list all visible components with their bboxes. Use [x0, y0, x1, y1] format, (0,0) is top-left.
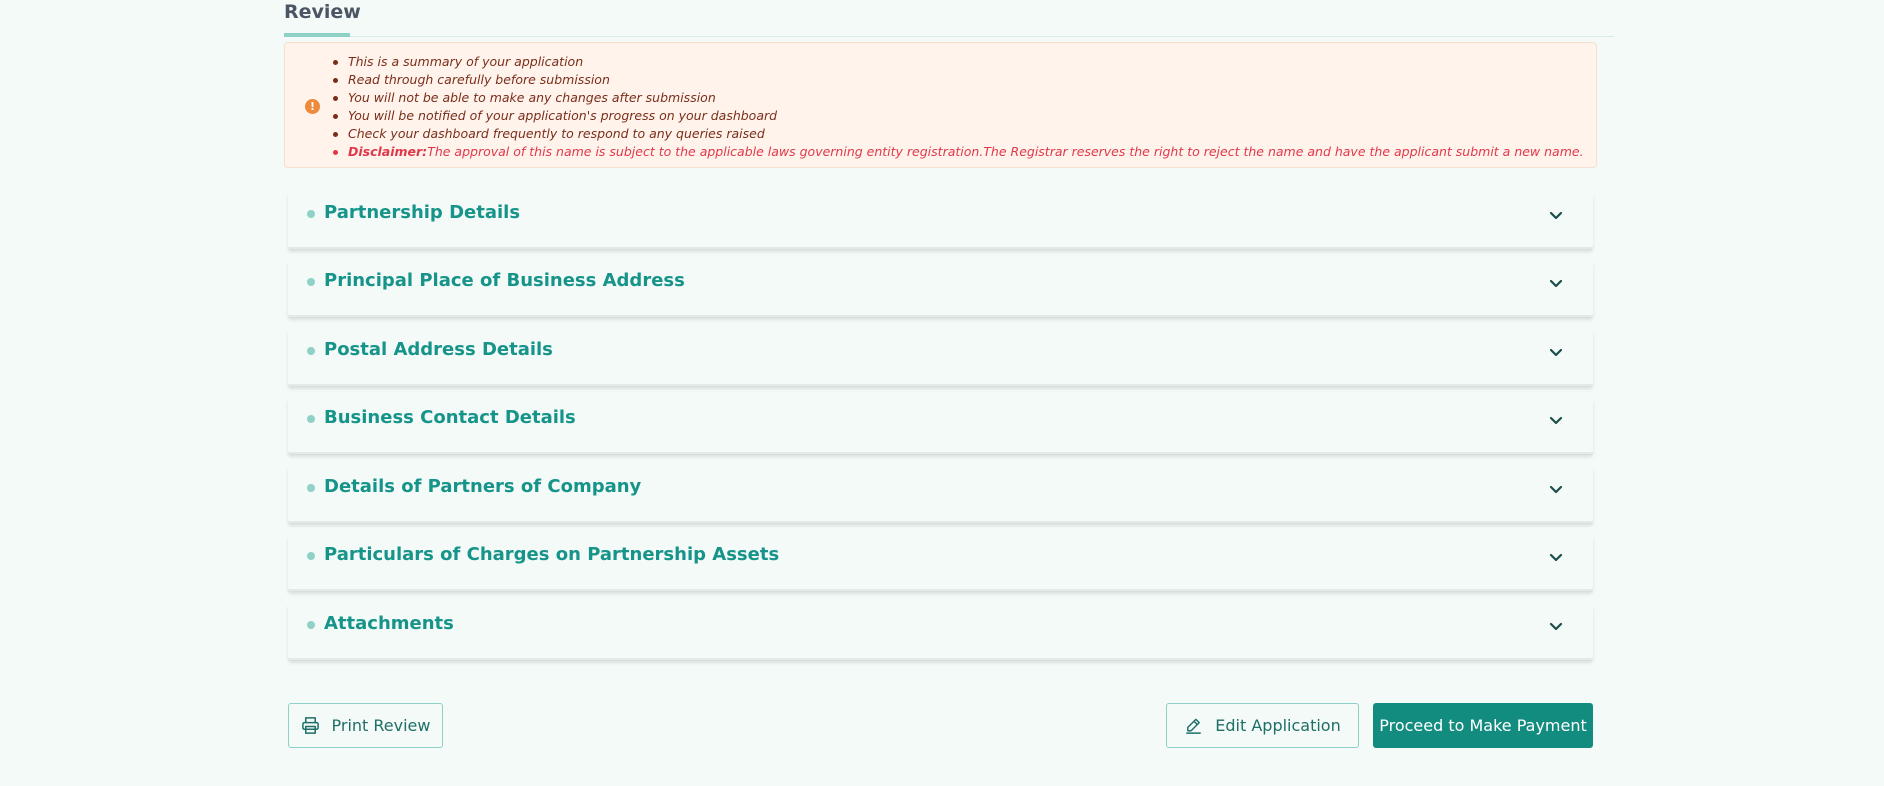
section-title: Business Contact Details: [324, 407, 576, 428]
print-review-label: Print Review: [331, 716, 431, 735]
section-postal-address-details[interactable]: Postal Address Details: [288, 329, 1593, 386]
section-business-contact-details[interactable]: Business Contact Details: [288, 397, 1593, 454]
disclaimer-text: The approval of this name is subject to …: [427, 144, 1584, 159]
disclaimer-label: Disclaimer:: [348, 144, 428, 159]
section-bullet: [307, 210, 315, 218]
section-divider: [288, 452, 1593, 454]
notice-item: You will be notified of your application…: [333, 107, 1584, 125]
chevron-down-icon[interactable]: [1549, 622, 1563, 632]
notice-item: You will not be able to make any changes…: [333, 89, 1584, 107]
tab-bar: Review: [284, 0, 1614, 37]
section-title: Details of Partners of Company: [324, 476, 642, 497]
section-details-of-partners[interactable]: Details of Partners of Company: [288, 466, 1593, 523]
chevron-down-icon[interactable]: [1549, 348, 1563, 358]
notice-list: This is a summary of your application Re…: [333, 53, 1584, 161]
section-title: Partnership Details: [324, 202, 521, 223]
section-particulars-of-charges[interactable]: Particulars of Charges on Partnership As…: [288, 534, 1593, 591]
section-title: Principal Place of Business Address: [324, 270, 685, 291]
section-principal-place-of-business-address[interactable]: Principal Place of Business Address: [288, 260, 1593, 317]
notice-item: Read through carefully before submission: [333, 71, 1584, 89]
notice-item: Check your dashboard frequently to respo…: [333, 125, 1584, 143]
tab-review[interactable]: Review: [284, 0, 361, 37]
section-divider: [288, 247, 1593, 249]
print-review-button[interactable]: Print Review: [288, 703, 443, 748]
notice-item: This is a summary of your application: [333, 53, 1584, 71]
review-notice: ! This is a summary of your application …: [284, 42, 1597, 168]
exclamation-icon: !: [305, 99, 320, 114]
chevron-down-icon[interactable]: [1549, 553, 1563, 563]
section-divider: [288, 315, 1593, 317]
proceed-to-payment-button[interactable]: Proceed to Make Payment: [1373, 703, 1593, 748]
section-bullet: [307, 278, 315, 286]
section-bullet: [307, 484, 315, 492]
section-bullet: [307, 621, 315, 629]
disclaimer: Disclaimer:The approval of this name is …: [333, 143, 1584, 161]
section-bullet: [307, 552, 315, 560]
pencil-icon: [1184, 716, 1203, 735]
chevron-down-icon[interactable]: [1549, 485, 1563, 495]
section-title: Particulars of Charges on Partnership As…: [324, 544, 780, 565]
section-divider: [288, 589, 1593, 591]
chevron-down-icon[interactable]: [1549, 211, 1563, 221]
section-bullet: [307, 347, 315, 355]
review-page: Review ! This is a summary of your appli…: [284, 0, 1614, 786]
section-divider: [288, 521, 1593, 523]
section-attachments[interactable]: Attachments: [288, 603, 1593, 660]
proceed-to-payment-label: Proceed to Make Payment: [1379, 716, 1587, 735]
chevron-down-icon[interactable]: [1549, 416, 1563, 426]
chevron-down-icon[interactable]: [1549, 279, 1563, 289]
section-divider: [288, 384, 1593, 386]
printer-icon: [301, 716, 320, 735]
edit-application-label: Edit Application: [1215, 716, 1341, 735]
edit-application-button[interactable]: Edit Application: [1166, 703, 1359, 748]
section-title: Postal Address Details: [324, 339, 553, 360]
section-bullet: [307, 415, 315, 423]
section-title: Attachments: [324, 613, 454, 634]
section-divider: [288, 658, 1593, 660]
section-partnership-details[interactable]: Partnership Details: [288, 192, 1593, 249]
